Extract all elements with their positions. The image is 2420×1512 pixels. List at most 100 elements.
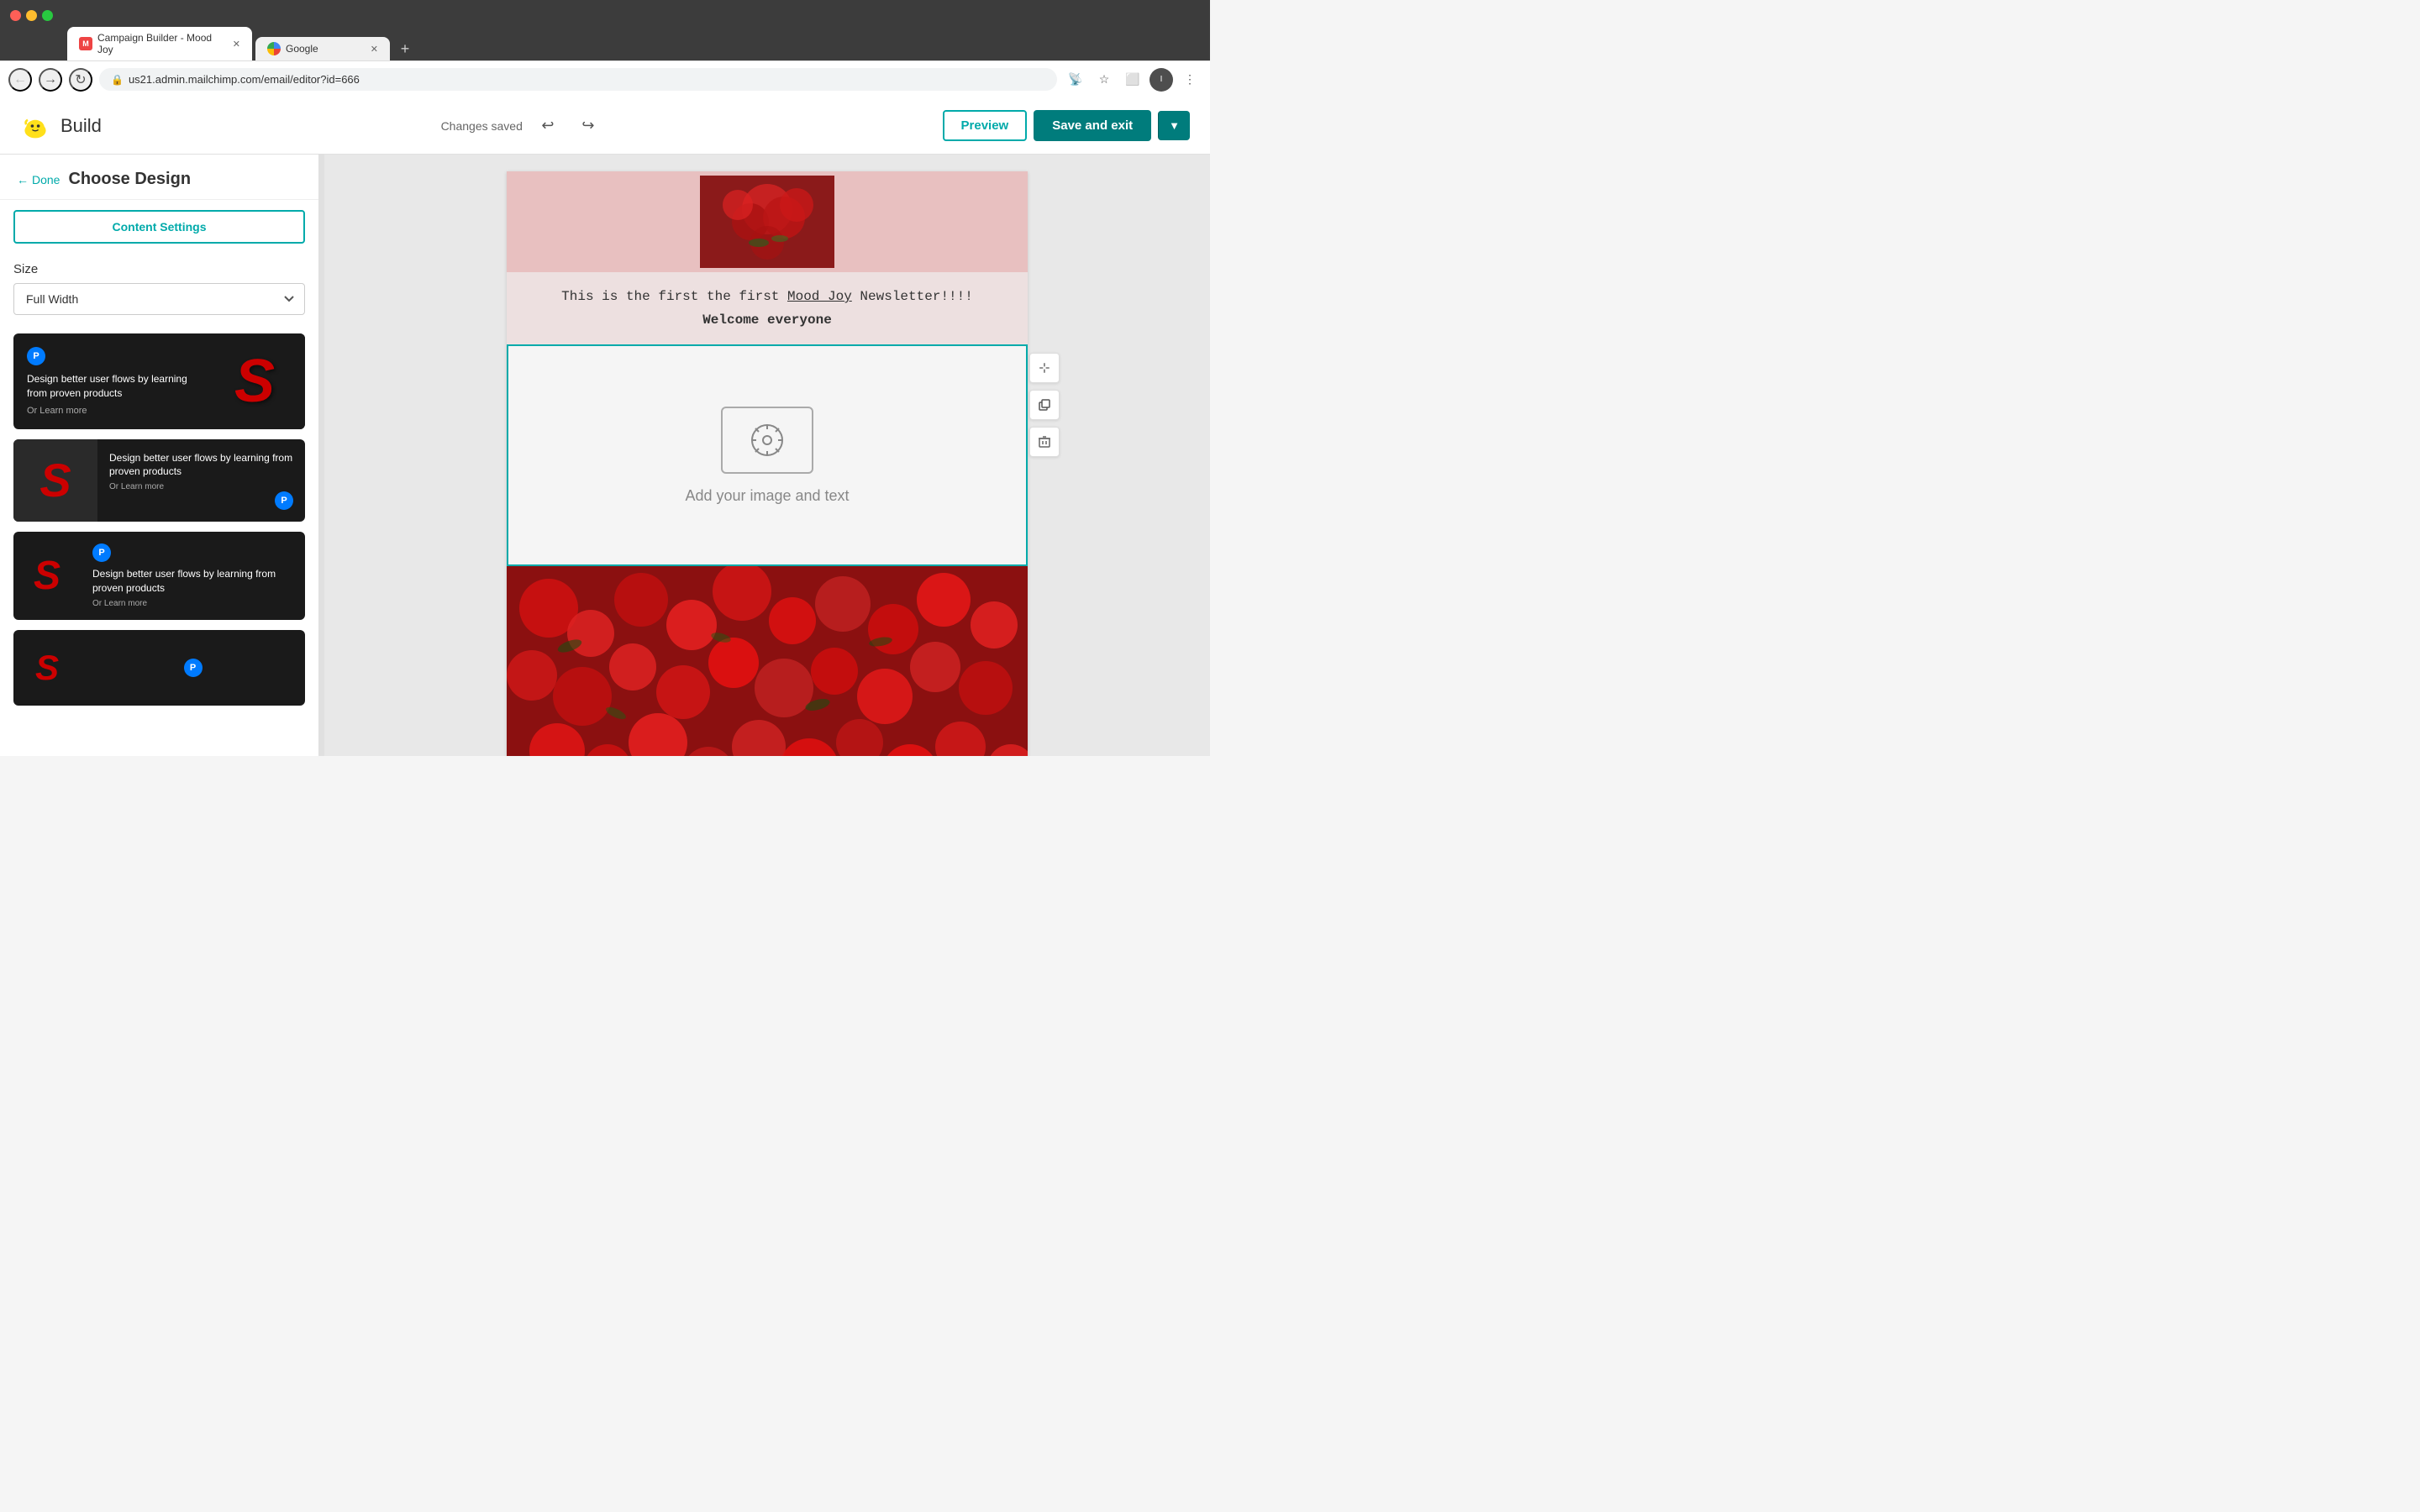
card3-premium-icon: P	[92, 543, 111, 562]
bookmark-icon[interactable]: ☆	[1092, 68, 1116, 92]
move-block-button[interactable]: ⊹	[1029, 353, 1060, 383]
tab-campaign-builder[interactable]: M Campaign Builder - Mood Joy ✕	[67, 27, 252, 60]
lock-icon: 🔒	[111, 74, 124, 86]
design-card-4[interactable]: S P	[13, 630, 305, 706]
google-tab-icon	[267, 42, 281, 55]
header-center: Changes saved ↩ ↪	[102, 111, 943, 141]
card1-s-logo: S	[234, 347, 275, 416]
card2-premium-icon: P	[275, 491, 293, 510]
card4-s-logo: S	[35, 648, 59, 688]
header-actions: Preview Save and exit ▼	[943, 110, 1190, 141]
trash-icon	[1038, 435, 1051, 449]
design-card-1[interactable]: P Design better user flows by learning f…	[13, 333, 305, 429]
card1-premium-icon: P	[27, 347, 45, 365]
tab-google[interactable]: Google ✕	[255, 37, 390, 60]
tab-close-google[interactable]: ✕	[371, 44, 378, 55]
placeholder-image-icon	[746, 419, 788, 461]
extensions-icon[interactable]: ⬜	[1121, 68, 1144, 92]
title-bar	[0, 0, 1210, 30]
logo-area: Build	[20, 111, 102, 141]
back-arrow-icon: ←	[17, 173, 29, 186]
size-select[interactable]: Full Width Fixed Width Mobile	[13, 283, 305, 315]
flower-svg	[700, 176, 834, 268]
add-placeholder-text: Add your image and text	[685, 487, 849, 505]
email-text-first-newsletter: This is the first the first Mood Joy New…	[540, 289, 994, 304]
redo-button[interactable]: ↪	[573, 111, 603, 141]
email-welcome-text: Welcome everyone	[540, 312, 994, 328]
menu-icon[interactable]: ⋮	[1178, 68, 1202, 92]
size-label: Size	[13, 262, 305, 276]
forward-nav-button[interactable]: →	[39, 68, 62, 92]
undo-button[interactable]: ↩	[533, 111, 563, 141]
card3-right: P Design better user flows by learning f…	[81, 532, 305, 620]
email-container: This is the first the first Mood Joy New…	[507, 171, 1028, 756]
card3-left: S	[13, 532, 81, 620]
save-exit-button[interactable]: Save and exit	[1034, 110, 1151, 141]
card1-link: Or Learn more	[27, 406, 191, 416]
panel-title: Choose Design	[68, 170, 191, 189]
card2-right: Design better user flows by learning fro…	[97, 439, 305, 522]
minimize-button[interactable]	[26, 10, 37, 21]
mailchimp-tab-icon: M	[79, 37, 92, 50]
profile-icon[interactable]: I	[1150, 68, 1173, 92]
delete-block-button[interactable]	[1029, 427, 1060, 457]
mailchimp-logo-icon	[20, 111, 50, 141]
browser-chrome: M Campaign Builder - Mood Joy ✕ Google ✕…	[0, 0, 1210, 97]
content-settings-button[interactable]: Content Settings	[13, 210, 305, 244]
selected-email-block[interactable]: Add your image and text ⊹	[507, 344, 1028, 566]
address-bar[interactable]: 🔒 us21.admin.mailchimp.com/email/editor?…	[99, 68, 1057, 91]
address-bar-row: ← → ↻ 🔒 us21.admin.mailchimp.com/email/e…	[0, 60, 1210, 97]
back-button[interactable]: ← Done	[17, 173, 60, 186]
card1-title: Design better user flows by learning fro…	[27, 372, 191, 401]
duplicate-block-button[interactable]	[1029, 390, 1060, 420]
preview-button[interactable]: Preview	[943, 110, 1028, 141]
block-tools: ⊹	[1023, 346, 1066, 464]
email-preview: This is the first the first Mood Joy New…	[324, 155, 1210, 756]
save-dropdown-button[interactable]: ▼	[1158, 111, 1190, 140]
panel-header: ← Done Choose Design	[0, 155, 318, 200]
maximize-button[interactable]	[42, 10, 53, 21]
left-panel: ← Done Choose Design Content Settings Si…	[0, 155, 319, 756]
card3-text: Design better user flows by learning fro…	[92, 567, 293, 596]
back-nav-button[interactable]: ←	[8, 68, 32, 92]
flower-image-placeholder	[700, 176, 834, 268]
email-header-image	[507, 171, 1028, 272]
traffic-lights	[10, 10, 53, 21]
app: Build Changes saved ↩ ↪ Preview Save and…	[0, 97, 1210, 756]
email-body-top: This is the first the first Mood Joy New…	[507, 272, 1028, 344]
reload-button[interactable]: ↻	[69, 68, 92, 92]
browser-toolbar-icons: 📡 ☆ ⬜ I ⋮	[1064, 68, 1202, 92]
tab-label-google: Google	[286, 43, 318, 55]
card3-link: Or Learn more	[92, 599, 293, 608]
flowers-photo-svg	[507, 566, 1028, 756]
text-newsletter: Newsletter!!!!	[860, 289, 972, 304]
new-tab-button[interactable]: +	[393, 37, 417, 60]
card4-left: S	[13, 630, 81, 706]
close-button[interactable]	[10, 10, 21, 21]
design-card-2[interactable]: S Design better user flows by learning f…	[13, 439, 305, 522]
email-mood-joy-link[interactable]: Mood Joy	[787, 289, 852, 304]
placeholder-icon-box	[721, 407, 813, 474]
add-image-text-block: Add your image and text	[508, 346, 1026, 564]
card2-text: Design better user flows by learning fro…	[109, 451, 293, 480]
text-this-is: This is the first	[561, 289, 698, 304]
card4-right: P	[81, 630, 305, 706]
app-title: Build	[60, 115, 102, 137]
design-card-3[interactable]: S P Design better user flows by learning…	[13, 532, 305, 620]
card4-premium-icon: P	[184, 659, 203, 677]
tabs-bar: M Campaign Builder - Mood Joy ✕ Google ✕…	[0, 30, 1210, 60]
card2-left: S	[13, 439, 97, 522]
card2-s-logo: S	[39, 453, 71, 507]
duplicate-icon	[1038, 398, 1051, 412]
card3-s-logo: S	[34, 553, 60, 599]
address-text: us21.admin.mailchimp.com/email/editor?id…	[129, 73, 1045, 86]
back-label: Done	[32, 173, 60, 186]
changes-saved-text: Changes saved	[441, 119, 523, 133]
cast-icon[interactable]: 📡	[1064, 68, 1087, 92]
app-header: Build Changes saved ↩ ↪ Preview Save and…	[0, 97, 1210, 155]
card1-right: S	[204, 333, 305, 429]
tab-label-campaign: Campaign Builder - Mood Joy	[97, 32, 228, 55]
main-content: ← Done Choose Design Content Settings Si…	[0, 155, 1210, 756]
tab-close-campaign[interactable]: ✕	[233, 39, 240, 50]
design-list: P Design better user flows by learning f…	[0, 323, 318, 756]
